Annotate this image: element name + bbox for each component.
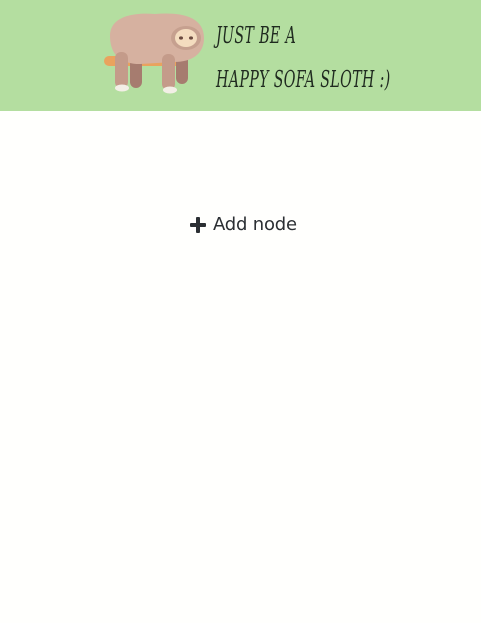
tagline-line-1: JUST BE A <box>216 23 297 49</box>
tagline-line-2: HAPPY SOFA SLOTH :) <box>216 67 391 93</box>
sloth-sofa-illustration <box>104 13 204 94</box>
plus-icon <box>190 216 206 233</box>
add-node-button[interactable]: Add node <box>189 214 297 235</box>
add-node-label: Add node <box>213 214 297 235</box>
header-banner: JUST BE A HAPPY SOFA SLOTH :) <box>0 0 481 111</box>
tagline: JUST BE A HAPPY SOFA SLOTH :) <box>216 14 390 102</box>
